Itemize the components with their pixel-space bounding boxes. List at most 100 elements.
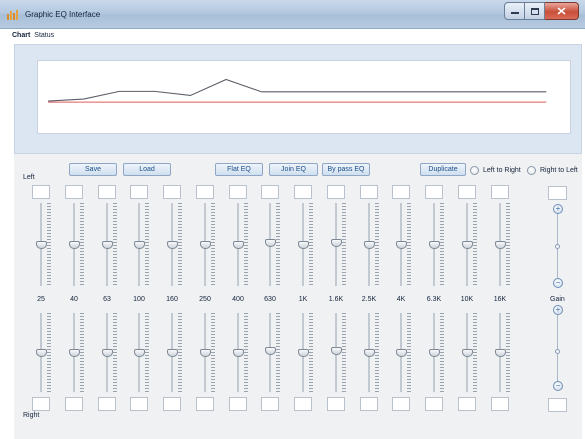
right-band-value-box[interactable] [327, 397, 345, 411]
left-band-value-box[interactable] [229, 185, 247, 199]
right-channel-label: Right [23, 412, 40, 419]
band-frequency-label: 2.5K [361, 296, 377, 303]
right-band-ticks [407, 313, 411, 392]
left-band-value-box[interactable] [32, 185, 50, 199]
band-frequency-label: 6.3K [426, 296, 442, 303]
right-band-ticks [375, 313, 379, 392]
left-band-ticks [276, 203, 280, 286]
right-band-ticks [506, 313, 510, 392]
caption-buttons [504, 2, 579, 20]
left-band-ticks [473, 203, 477, 286]
left-band-ticks [113, 203, 117, 286]
gain-right-thumb[interactable] [555, 349, 560, 354]
left-band-value-box[interactable] [163, 185, 181, 199]
right-band-value-box[interactable] [163, 397, 181, 411]
flat-eq-button[interactable]: Flat EQ [215, 163, 263, 176]
right-band-ticks [473, 313, 477, 392]
left-band-ticks [407, 203, 411, 286]
minimize-button[interactable] [504, 2, 525, 20]
duplicate-button[interactable]: Duplicate [420, 163, 466, 176]
minus-icon: − [555, 381, 561, 390]
left-band-ticks [211, 203, 215, 286]
title-bar[interactable]: Graphic EQ Interface [0, 0, 585, 29]
load-button[interactable]: Load [123, 163, 171, 176]
tab-status[interactable]: Status [34, 32, 54, 44]
right-band-value-box[interactable] [294, 397, 312, 411]
right-band-value-box[interactable] [360, 397, 378, 411]
gain-right-value-box[interactable] [548, 398, 567, 412]
right-band-ticks [145, 313, 149, 392]
tab-strip: Chart Status [12, 32, 54, 44]
plus-icon: + [555, 204, 561, 213]
left-band-value-box[interactable] [261, 185, 279, 199]
gain-left-down-button[interactable]: − [553, 278, 563, 288]
left-band-value-box[interactable] [294, 185, 312, 199]
band-frequency-label: 400 [232, 296, 244, 303]
band-frequency-label: 250 [199, 296, 211, 303]
maximize-button[interactable] [525, 2, 545, 20]
band-frequency-label: 100 [133, 296, 145, 303]
left-to-right-label: Left to Right [483, 166, 521, 174]
band-frequency-label: 40 [70, 296, 78, 303]
tab-chart[interactable]: Chart [12, 32, 30, 44]
right-to-left-label: Right to Left [540, 166, 578, 174]
gain-right-up-button[interactable]: + [553, 305, 563, 315]
band-frequency-label: 16K [493, 296, 507, 303]
right-band-value-box[interactable] [32, 397, 50, 411]
right-band-value-box[interactable] [229, 397, 247, 411]
left-band-ticks [342, 203, 346, 286]
radio-button[interactable] [527, 165, 536, 175]
bypass-eq-button[interactable]: By pass EQ [322, 163, 370, 176]
left-band-ticks [244, 203, 248, 286]
left-band-value-box[interactable] [65, 185, 83, 199]
gain-right-down-button[interactable]: − [553, 381, 563, 391]
right-band-ticks [178, 313, 182, 392]
minus-icon: − [555, 278, 561, 287]
gain-left-up-button[interactable]: + [553, 204, 563, 214]
left-band-value-box[interactable] [491, 185, 509, 199]
left-band-value-box[interactable] [425, 185, 443, 199]
right-band-value-box[interactable] [261, 397, 279, 411]
gain-left-value-box[interactable] [548, 186, 567, 200]
band-frequency-label: 4K [396, 296, 406, 303]
save-button[interactable]: Save [69, 163, 117, 176]
left-band-ticks [506, 203, 510, 286]
join-eq-button[interactable]: Join EQ [269, 163, 318, 176]
left-band-value-box[interactable] [196, 185, 214, 199]
left-band-value-box[interactable] [392, 185, 410, 199]
right-band-value-box[interactable] [425, 397, 443, 411]
right-band-value-box[interactable] [130, 397, 148, 411]
left-band-value-box[interactable] [458, 185, 476, 199]
left-band-ticks [47, 203, 51, 286]
gain-left-thumb[interactable] [555, 244, 560, 249]
left-band-value-box[interactable] [98, 185, 116, 199]
band-frequency-label: 63 [103, 296, 111, 303]
left-to-right-radio[interactable]: Left to Right [470, 164, 521, 176]
right-band-ticks [244, 313, 248, 392]
right-band-value-box[interactable] [392, 397, 410, 411]
left-band-ticks [178, 203, 182, 286]
gain-label: Gain [550, 296, 565, 303]
left-band-ticks [375, 203, 379, 286]
right-band-value-box[interactable] [65, 397, 83, 411]
band-frequency-label: 160 [166, 296, 178, 303]
band-frequency-label: 25 [37, 296, 45, 303]
left-band-ticks [80, 203, 84, 286]
eq-response-line [48, 78, 547, 102]
left-band-value-box[interactable] [327, 185, 345, 199]
right-band-value-box[interactable] [98, 397, 116, 411]
close-button[interactable] [545, 2, 579, 20]
radio-button[interactable] [470, 165, 479, 175]
left-band-ticks [440, 203, 444, 286]
left-band-value-box[interactable] [130, 185, 148, 199]
right-band-ticks [276, 313, 280, 392]
right-band-ticks [211, 313, 215, 392]
right-band-value-box[interactable] [196, 397, 214, 411]
right-band-ticks [342, 313, 346, 392]
band-frequency-label: 630 [264, 296, 276, 303]
right-to-left-radio[interactable]: Right to Left [527, 164, 578, 176]
right-band-value-box[interactable] [491, 397, 509, 411]
right-band-ticks [440, 313, 444, 392]
right-band-value-box[interactable] [458, 397, 476, 411]
left-band-value-box[interactable] [360, 185, 378, 199]
